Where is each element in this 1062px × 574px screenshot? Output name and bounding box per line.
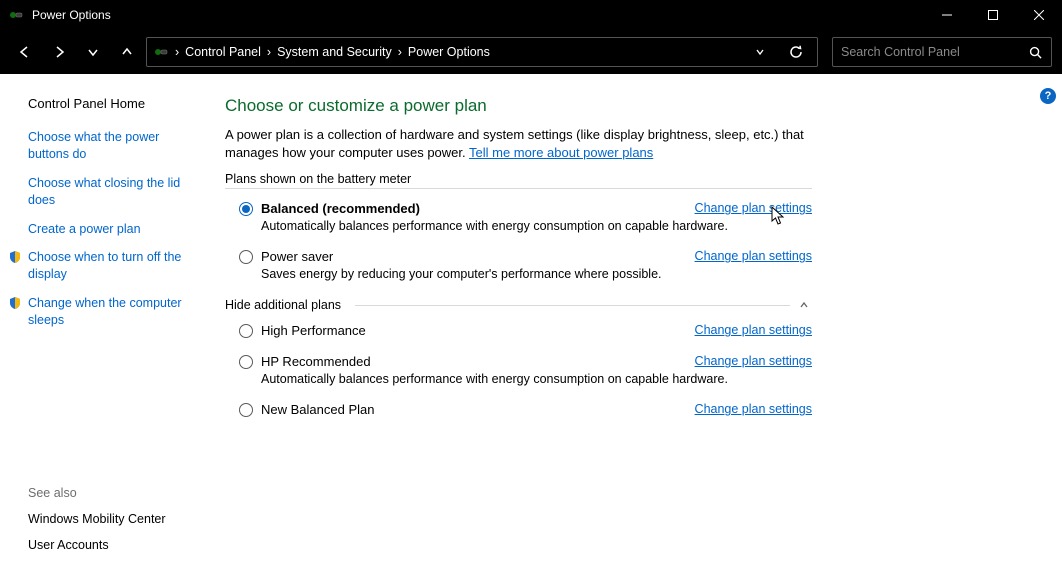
forward-button[interactable]: [44, 37, 74, 67]
plan-hp-recommended-desc: Automatically balances performance with …: [261, 372, 812, 386]
address-icon: [153, 44, 169, 60]
plan-hp-recommended-name[interactable]: HP Recommended: [261, 354, 371, 369]
see-also-label: See also: [28, 486, 195, 500]
plan-new-balanced: New Balanced Plan Change plan settings: [239, 402, 812, 417]
plan-hp-recommended-radio[interactable]: [239, 355, 253, 369]
search-box[interactable]: [832, 37, 1052, 67]
command-bar: › Control Panel › System and Security › …: [0, 30, 1062, 74]
breadcrumb-control-panel[interactable]: Control Panel: [185, 45, 261, 59]
shield-icon: [8, 250, 22, 264]
plan-hp-recommended: HP Recommended Change plan settings Auto…: [239, 354, 812, 386]
plan-balanced: Balanced (recommended) Change plan setti…: [239, 201, 812, 233]
change-plan-settings-hp-recommended[interactable]: Change plan settings: [695, 354, 812, 368]
sidebar-link-create-plan[interactable]: Create a power plan: [28, 222, 141, 236]
plan-power-saver-desc: Saves energy by reducing your computer's…: [261, 267, 812, 281]
recent-locations-button[interactable]: [78, 37, 108, 67]
sidebar-link-computer-sleeps[interactable]: Change when the computer sleeps: [28, 296, 182, 327]
close-button[interactable]: [1016, 0, 1062, 30]
collapse-icon[interactable]: [796, 297, 812, 313]
sidebar-link-closing-lid[interactable]: Choose what closing the lid does: [28, 176, 180, 207]
up-button[interactable]: [112, 37, 142, 67]
breadcrumb-power-options[interactable]: Power Options: [408, 45, 490, 59]
plan-power-saver: Power saver Change plan settings Saves e…: [239, 249, 812, 281]
breadcrumb-system-security[interactable]: System and Security: [277, 45, 392, 59]
shield-icon: [8, 296, 22, 310]
see-also-user-accounts[interactable]: User Accounts: [28, 538, 195, 552]
app-icon: [8, 7, 24, 23]
chevron-right-icon[interactable]: ›: [398, 45, 402, 59]
search-input[interactable]: [841, 45, 1027, 59]
plan-power-saver-radio[interactable]: [239, 250, 253, 264]
change-plan-settings-new-balanced[interactable]: Change plan settings: [695, 402, 812, 416]
plan-power-saver-name[interactable]: Power saver: [261, 249, 333, 264]
section-battery-label: Plans shown on the battery meter: [225, 172, 812, 186]
tell-me-more-link[interactable]: Tell me more about power plans: [469, 145, 653, 160]
plan-balanced-radio[interactable]: [239, 202, 253, 216]
plan-balanced-desc: Automatically balances performance with …: [261, 219, 812, 233]
section-hide-label[interactable]: Hide additional plans: [225, 298, 341, 312]
minimize-button[interactable]: [924, 0, 970, 30]
address-dropdown-button[interactable]: [749, 38, 771, 66]
page-title: Choose or customize a power plan: [225, 96, 812, 116]
plan-high-performance: High Performance Change plan settings: [239, 323, 812, 338]
see-also-mobility-center[interactable]: Windows Mobility Center: [28, 512, 195, 526]
page-description: A power plan is a collection of hardware…: [225, 126, 812, 162]
back-button[interactable]: [10, 37, 40, 67]
sidebar-link-power-buttons[interactable]: Choose what the power buttons do: [28, 130, 159, 161]
address-bar[interactable]: › Control Panel › System and Security › …: [146, 37, 818, 67]
plan-new-balanced-radio[interactable]: [239, 403, 253, 417]
window-title: Power Options: [32, 8, 111, 22]
plan-high-performance-name[interactable]: High Performance: [261, 323, 366, 338]
plan-new-balanced-name[interactable]: New Balanced Plan: [261, 402, 374, 417]
maximize-button[interactable]: [970, 0, 1016, 30]
chevron-right-icon[interactable]: ›: [267, 45, 271, 59]
main-content: Choose or customize a power plan A power…: [205, 74, 1062, 574]
sidebar: Control Panel Home Choose what the power…: [0, 74, 205, 574]
search-icon[interactable]: [1027, 44, 1043, 60]
help-icon[interactable]: ?: [1040, 88, 1056, 104]
plan-high-performance-radio[interactable]: [239, 324, 253, 338]
plan-balanced-name[interactable]: Balanced (recommended): [261, 201, 420, 216]
control-panel-home-link[interactable]: Control Panel Home: [28, 96, 195, 111]
client-area: ? Control Panel Home Choose what the pow…: [0, 74, 1062, 574]
change-plan-settings-power-saver[interactable]: Change plan settings: [695, 249, 812, 263]
change-plan-settings-balanced[interactable]: Change plan settings: [695, 201, 812, 215]
change-plan-settings-high-performance[interactable]: Change plan settings: [695, 323, 812, 337]
chevron-right-icon[interactable]: ›: [175, 45, 179, 59]
titlebar: Power Options: [0, 0, 1062, 30]
sidebar-link-turn-off-display[interactable]: Choose when to turn off the display: [28, 250, 181, 281]
refresh-button[interactable]: [781, 37, 811, 67]
